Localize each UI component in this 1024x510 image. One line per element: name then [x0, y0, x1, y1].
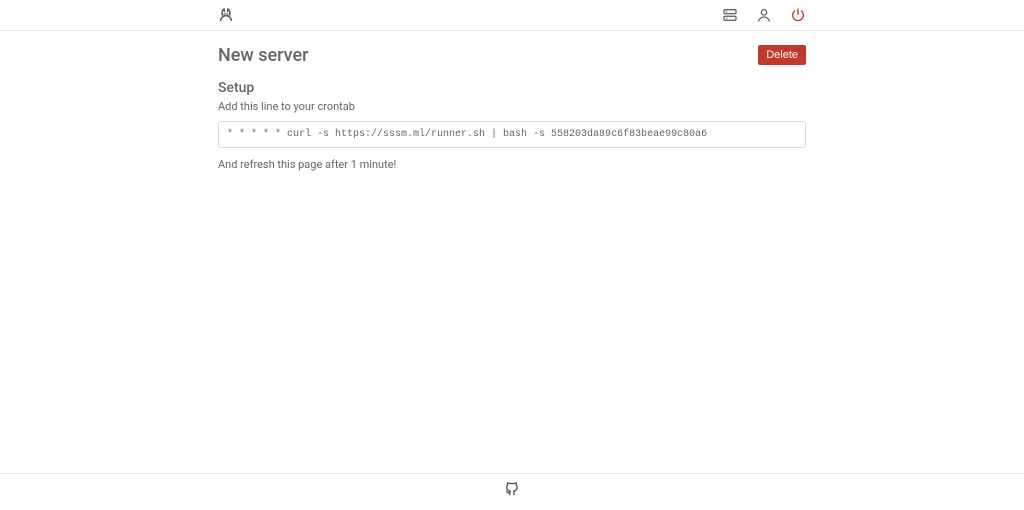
server-icon	[722, 7, 738, 23]
site-footer	[0, 473, 1024, 510]
nav-servers[interactable]	[722, 7, 738, 23]
power-icon	[790, 7, 806, 23]
nav-logout[interactable]	[790, 7, 806, 23]
user-icon	[756, 7, 772, 23]
refresh-note: And refresh this page after 1 minute!	[218, 158, 806, 171]
cat-icon	[218, 7, 234, 23]
delete-button[interactable]: Delete	[758, 45, 806, 65]
github-link[interactable]	[504, 480, 520, 500]
main-content: New server Delete Setup Add this line to…	[216, 31, 808, 473]
page-title: New server	[218, 45, 309, 66]
site-header	[0, 0, 1024, 31]
setup-instruction: Add this line to your crontab	[218, 100, 806, 113]
nav-account[interactable]	[756, 7, 772, 23]
header-nav	[722, 7, 806, 23]
setup-heading: Setup	[218, 80, 806, 96]
brand-link[interactable]	[218, 7, 234, 23]
github-icon	[504, 480, 520, 496]
crontab-line[interactable]: * * * * * curl -s https://sssm.ml/runner…	[218, 121, 806, 148]
